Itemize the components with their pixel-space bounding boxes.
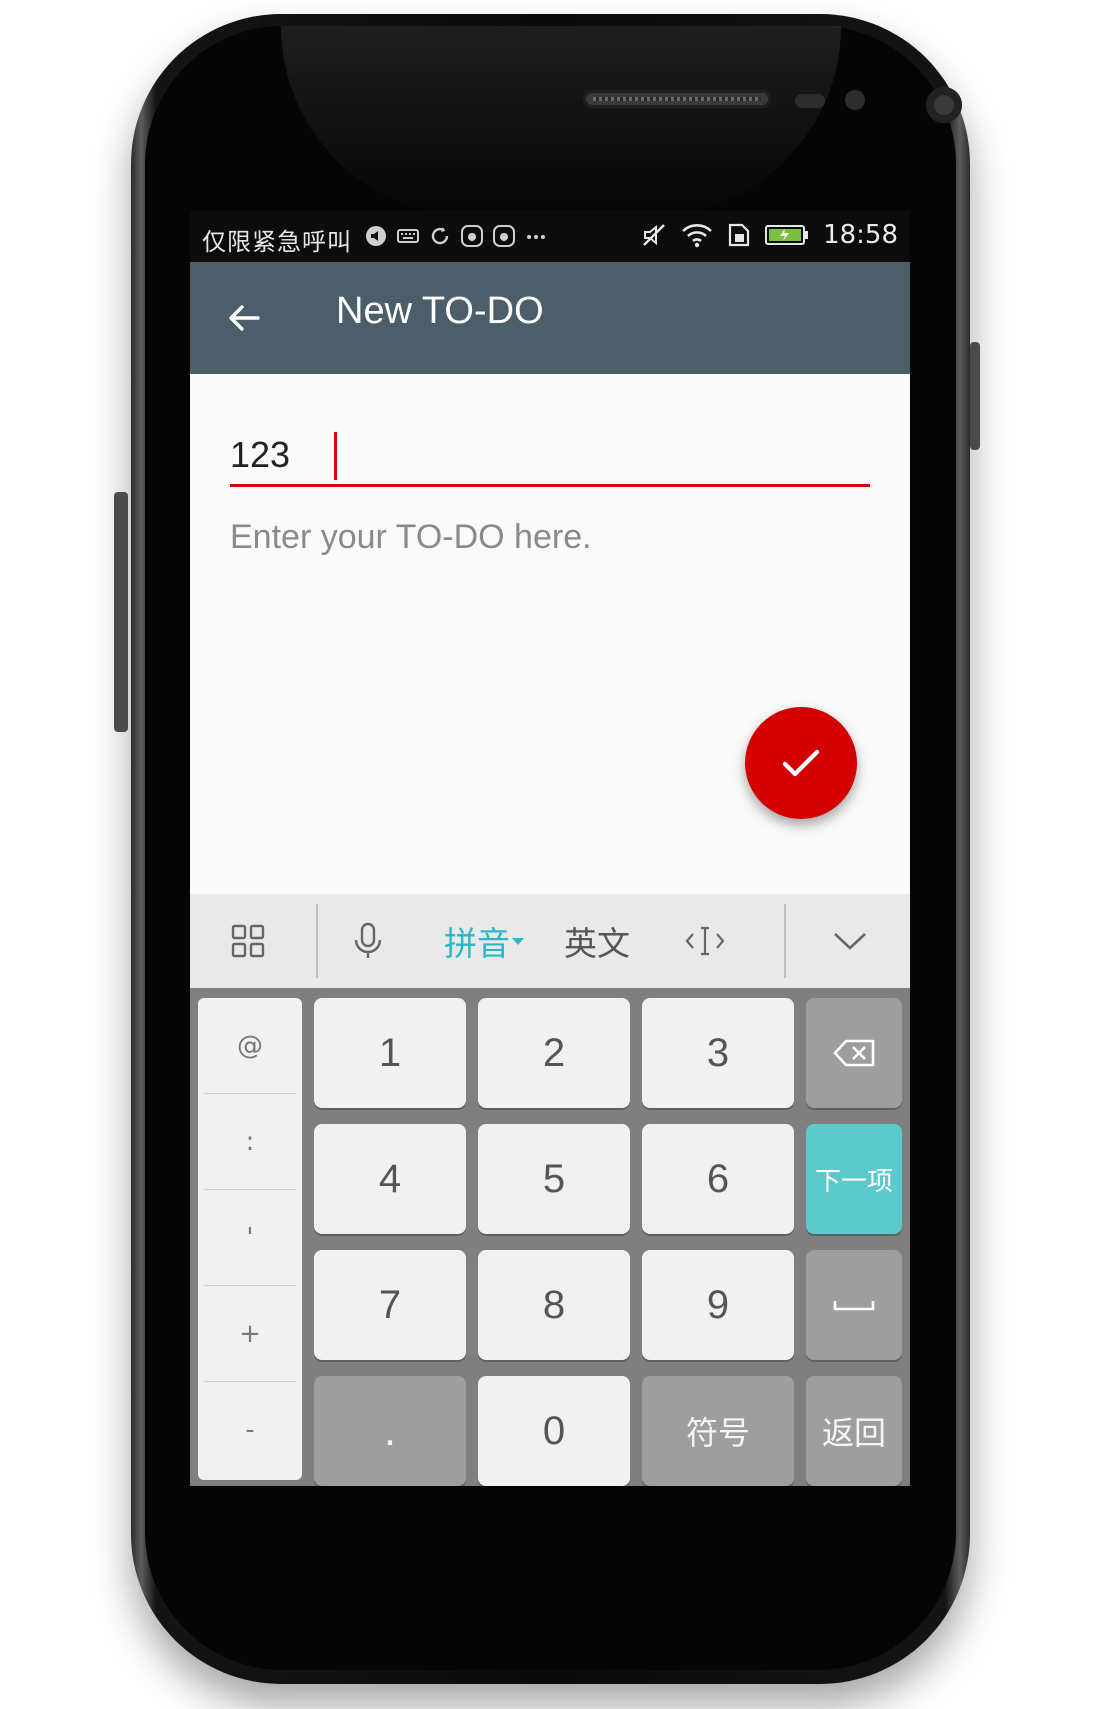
- more-dots-icon: [527, 235, 545, 239]
- pinyin-mode-button[interactable]: 拼音: [430, 894, 540, 988]
- chevron-down-icon: [834, 933, 866, 950]
- sync-icon: [431, 227, 449, 245]
- screen: 仅限紧急呼叫 18:58 New TO-DO 123 Enter your TO…: [190, 210, 910, 1486]
- cursor-move-icon: [685, 926, 725, 956]
- symbol-key[interactable]: :: [204, 1094, 296, 1190]
- todo-title-input[interactable]: 123: [230, 428, 870, 487]
- volume-button: [114, 492, 128, 732]
- save-todo-button[interactable]: [745, 707, 857, 819]
- clock: 18:58: [823, 220, 898, 250]
- toolbar-divider: [784, 904, 786, 978]
- todo-title-value: 123: [230, 434, 291, 475]
- digit-key-7[interactable]: 7: [314, 1250, 466, 1360]
- backspace-key[interactable]: [806, 998, 902, 1108]
- symbol-key[interactable]: -: [204, 1382, 296, 1477]
- arrow-left-icon[interactable]: [226, 300, 262, 336]
- digit-key-5[interactable]: 5: [478, 1124, 630, 1234]
- notification-icons: [365, 225, 547, 247]
- todo-body-placeholder: Enter your TO-DO here.: [230, 518, 592, 556]
- mute-icon: [643, 224, 665, 246]
- digit-key-9[interactable]: 9: [642, 1250, 794, 1360]
- grid-icon: [231, 924, 265, 958]
- digit-key-4[interactable]: 4: [314, 1124, 466, 1234]
- proximity-sensor: [795, 94, 825, 108]
- space-key[interactable]: [806, 1250, 902, 1360]
- space-icon: [833, 1301, 875, 1311]
- keyboard-icon: [397, 229, 419, 243]
- english-mode-button[interactable]: 英文: [542, 894, 652, 988]
- volume-icon: [366, 226, 386, 246]
- dot-key[interactable]: .: [314, 1376, 466, 1486]
- backspace-icon: [833, 1039, 875, 1067]
- return-key[interactable]: 返回: [806, 1376, 902, 1486]
- digit-key-8[interactable]: 8: [478, 1250, 630, 1360]
- todo-form: 123 Enter your TO-DO here.: [190, 374, 910, 894]
- power-button: [970, 342, 980, 450]
- microphone-icon: [354, 922, 382, 958]
- app-bar: New TO-DO: [190, 262, 910, 374]
- todo-body-input[interactable]: Enter your TO-DO here.: [230, 518, 870, 572]
- page-title: New TO-DO: [336, 290, 544, 332]
- numeric-keyboard: @ : ' + - 1 2 3 4 5 6 下一项 7 8 9 . 0 符号 返…: [190, 988, 910, 1486]
- hide-keyboard-button[interactable]: [790, 894, 910, 988]
- system-icons: 18:58: [641, 220, 898, 250]
- earpiece-speaker: [583, 90, 771, 108]
- check-icon: [782, 749, 820, 777]
- light-sensor: [845, 90, 865, 110]
- digit-key-1[interactable]: 1: [314, 998, 466, 1108]
- wifi-icon: [682, 224, 712, 248]
- cursor-control-button[interactable]: [650, 894, 760, 988]
- keyboard-toolbar: 拼音 英文: [190, 894, 910, 988]
- status-bar: 仅限紧急呼叫 18:58: [190, 210, 910, 262]
- front-camera: [926, 87, 962, 123]
- toolbar-divider: [316, 904, 318, 978]
- text-caret: [334, 432, 337, 480]
- pinyin-label: 拼音: [444, 924, 510, 963]
- symbols-key[interactable]: 符号: [642, 1376, 794, 1486]
- symbol-key[interactable]: +: [204, 1286, 296, 1382]
- battery-icon: [765, 225, 809, 245]
- english-label: 英文: [564, 924, 630, 963]
- symbol-key[interactable]: ': [204, 1190, 296, 1286]
- digit-key-6[interactable]: 6: [642, 1124, 794, 1234]
- digit-key-0[interactable]: 0: [478, 1376, 630, 1486]
- keyboard-menu-button[interactable]: [200, 894, 296, 988]
- symbol-key[interactable]: @: [204, 998, 296, 1094]
- digit-key-3[interactable]: 3: [642, 998, 794, 1108]
- next-field-key[interactable]: 下一项: [806, 1124, 902, 1234]
- sim-icon: [728, 223, 750, 247]
- symbol-column: @ : ' + -: [198, 998, 302, 1480]
- carrier-text: 仅限紧急呼叫: [202, 228, 352, 256]
- dropdown-arrow-icon: [512, 938, 524, 945]
- huawei-icon: [493, 225, 515, 247]
- digit-key-2[interactable]: 2: [478, 998, 630, 1108]
- huawei-icon: [461, 225, 483, 247]
- voice-input-button[interactable]: [320, 894, 416, 988]
